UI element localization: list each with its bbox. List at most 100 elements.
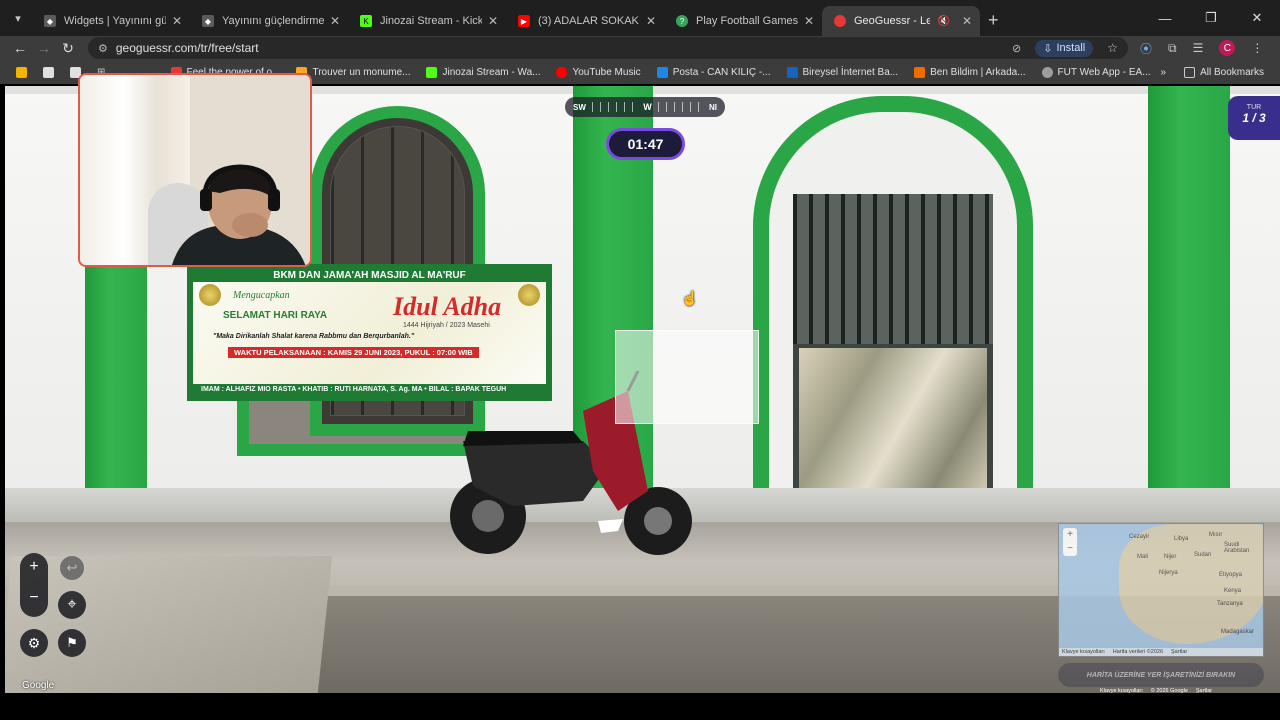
map-label: Kenya bbox=[1224, 588, 1242, 594]
media-icon[interactable]: ⦿ bbox=[1140, 40, 1152, 57]
banner-title: BKM DAN JAMA'AH MASJID AL MA'RUF bbox=[193, 269, 546, 282]
map-label: Sudan bbox=[1194, 552, 1212, 558]
tab-close-icon[interactable]: ✕ bbox=[804, 14, 814, 28]
bookmark-label: FUT Web App - EA... bbox=[1057, 66, 1151, 78]
folder-icon bbox=[1184, 66, 1196, 78]
map-label: Nijer bbox=[1164, 554, 1177, 560]
tab-close-icon[interactable]: ✕ bbox=[962, 14, 972, 28]
tab-2[interactable]: K Jinozai Stream - Kick Dashboard ✕ bbox=[348, 6, 506, 36]
map-label: Mali bbox=[1137, 554, 1149, 560]
bookmark-favicon bbox=[556, 66, 568, 78]
tab-5-active[interactable]: GeoGuessr - Let's explore th 🔇 ✕ bbox=[822, 6, 980, 36]
bookmark-label: Jinozai Stream - Wa... bbox=[442, 66, 541, 78]
bookmark-folder-icon[interactable] bbox=[10, 66, 33, 78]
map-label: Etiyopya bbox=[1219, 572, 1243, 578]
bookmark-favicon bbox=[656, 66, 668, 78]
tracking-off-icon[interactable]: ⊘ bbox=[1012, 42, 1021, 55]
reading-list-icon[interactable]: ☰ bbox=[1193, 41, 1204, 55]
bookmark-star-icon[interactable]: ☆ bbox=[1107, 41, 1118, 55]
google-logo: Google bbox=[22, 680, 55, 691]
hover-highlight bbox=[615, 330, 759, 424]
tab-close-icon[interactable]: ✕ bbox=[488, 14, 498, 28]
bookmark-label: Trouver un monume... bbox=[312, 66, 411, 78]
green-pillar bbox=[1148, 86, 1230, 506]
compass-ticks bbox=[591, 102, 638, 112]
bookmark-item[interactable]: FUT Web App - EA... bbox=[1036, 66, 1157, 78]
bookmark-item[interactable]: YouTube Music bbox=[550, 66, 646, 78]
flag-icon[interactable]: ⚑ bbox=[58, 629, 86, 657]
kickstand-mark bbox=[598, 519, 623, 533]
site-info-icon[interactable]: ⚙ bbox=[98, 42, 108, 55]
tab-title: Widgets | Yayınını güçlendirmek bbox=[64, 15, 166, 27]
door-steel-panel bbox=[799, 348, 987, 488]
bookmark-item[interactable]: Jinozai Stream - Wa... bbox=[420, 66, 546, 78]
back-icon[interactable]: ← bbox=[8, 40, 32, 56]
tab-title: Yayınını güçlendirmek için en iyi bbox=[222, 15, 324, 27]
banner-time: WAKTU PELAKSANAAN : KAMIS 29 JUNI 2023, … bbox=[228, 347, 479, 358]
youtube-icon: ▶ bbox=[518, 15, 530, 27]
install-button[interactable]: ⇩ Install bbox=[1035, 39, 1094, 57]
forward-icon[interactable]: → bbox=[32, 40, 56, 56]
streamer-hand bbox=[232, 213, 268, 237]
bookmarks-overflow-icon[interactable]: » bbox=[1161, 67, 1167, 78]
compass-center: W bbox=[643, 102, 652, 112]
restore-icon[interactable]: ❐ bbox=[1188, 0, 1234, 36]
new-tab-icon[interactable]: + bbox=[988, 10, 999, 31]
minimap-zoom[interactable]: + − bbox=[1063, 528, 1077, 556]
round-label: TUR bbox=[1246, 104, 1262, 111]
map-data-credit: Harita verileri ©2026 bbox=[1112, 649, 1164, 655]
bookmark-apps-icon[interactable] bbox=[37, 66, 60, 78]
webcam-overlay bbox=[78, 73, 312, 267]
tab-0[interactable]: ◆ Widgets | Yayınını güçlendirmek ✕ bbox=[32, 6, 190, 36]
banner-selamat: SELAMAT HARI RAYA bbox=[223, 310, 328, 321]
return-to-start-icon[interactable]: ⌖ bbox=[58, 591, 86, 619]
map-terms-link[interactable]: Şartlar bbox=[1171, 649, 1187, 655]
tab-4[interactable]: ? Play Football Games - Football ✕ bbox=[664, 6, 822, 36]
headphone-cup-right bbox=[268, 189, 280, 211]
minimap-attribution: Klavye kısayolları Harita verileri ©2026… bbox=[1059, 648, 1263, 656]
geoguessr-icon bbox=[834, 15, 846, 27]
profile-avatar[interactable]: C bbox=[1219, 40, 1236, 56]
close-window-icon[interactable]: ✕ bbox=[1234, 0, 1280, 36]
all-bookmarks-label: All Bookmarks bbox=[1200, 66, 1264, 78]
settings-gear-icon[interactable]: ⚙ bbox=[20, 629, 48, 657]
tab-close-icon[interactable]: ✕ bbox=[646, 14, 656, 28]
map-label: Mısır bbox=[1209, 532, 1223, 538]
guess-minimap[interactable]: + − Cezayir Libya Mısır Mali Nijer Sudan … bbox=[1058, 523, 1264, 657]
round-timer: 01:47 bbox=[606, 128, 685, 160]
tab-3[interactable]: ▶ (3) ADALAR SOKAK LEZZETLERİ ✕ bbox=[506, 6, 664, 36]
zoom-in-icon[interactable]: + bbox=[20, 558, 48, 576]
install-label: Install bbox=[1056, 42, 1086, 54]
install-icon: ⇩ bbox=[1043, 42, 1053, 55]
zoom-out-icon[interactable]: − bbox=[20, 589, 48, 607]
reload-icon[interactable]: ↻ bbox=[56, 40, 80, 57]
address-bar[interactable]: ⚙ geoguessr.com/tr/free/start ⊘ ⇩ Instal… bbox=[88, 37, 1128, 59]
minimize-icon[interactable]: — bbox=[1142, 0, 1188, 36]
tab-search-icon[interactable]: ▾ bbox=[4, 4, 32, 32]
map-shortcuts-link[interactable]: Klavye kısayolları bbox=[1062, 649, 1105, 655]
menu-icon[interactable]: ⋮ bbox=[1251, 41, 1263, 55]
extensions-icon[interactable]: ⧉ bbox=[1168, 41, 1177, 56]
tab-favicon: ◆ bbox=[202, 15, 214, 27]
tab-1[interactable]: ◆ Yayınını güçlendirmek için en iyi ✕ bbox=[190, 6, 348, 36]
bookmark-favicon bbox=[786, 66, 798, 78]
bookmark-item[interactable]: Posta - CAN KILIÇ -... bbox=[651, 66, 777, 78]
all-bookmarks-button[interactable]: All Bookmarks bbox=[1178, 66, 1270, 78]
kick-icon: K bbox=[360, 15, 372, 27]
bookmark-item[interactable]: Ben Bildim | Arkada... bbox=[908, 66, 1031, 78]
tab-favicon: ◆ bbox=[44, 15, 56, 27]
tab-close-icon[interactable]: ✕ bbox=[172, 14, 182, 28]
place-pin-button[interactable]: HARİTA ÜZERİNE YER İŞARETİNİZİ BIRAKIN bbox=[1058, 663, 1264, 687]
mute-icon[interactable]: 🔇 bbox=[938, 16, 950, 27]
compass-left: SW bbox=[573, 102, 586, 112]
bookmark-favicon bbox=[1041, 66, 1053, 78]
door-bars bbox=[793, 194, 993, 344]
banner-greeting: Mengucapkan bbox=[233, 290, 290, 301]
tab-close-icon[interactable]: ✕ bbox=[330, 14, 340, 28]
screen-bottom-bar bbox=[0, 693, 1280, 720]
compass-right: NI bbox=[709, 102, 718, 112]
tab-title: GeoGuessr - Let's explore th bbox=[854, 15, 930, 27]
bookmark-item[interactable]: Bireysel İnternet Ba... bbox=[781, 66, 905, 78]
undo-move-icon[interactable]: ↩ bbox=[60, 556, 84, 580]
zoom-controls: + − bbox=[20, 553, 48, 617]
